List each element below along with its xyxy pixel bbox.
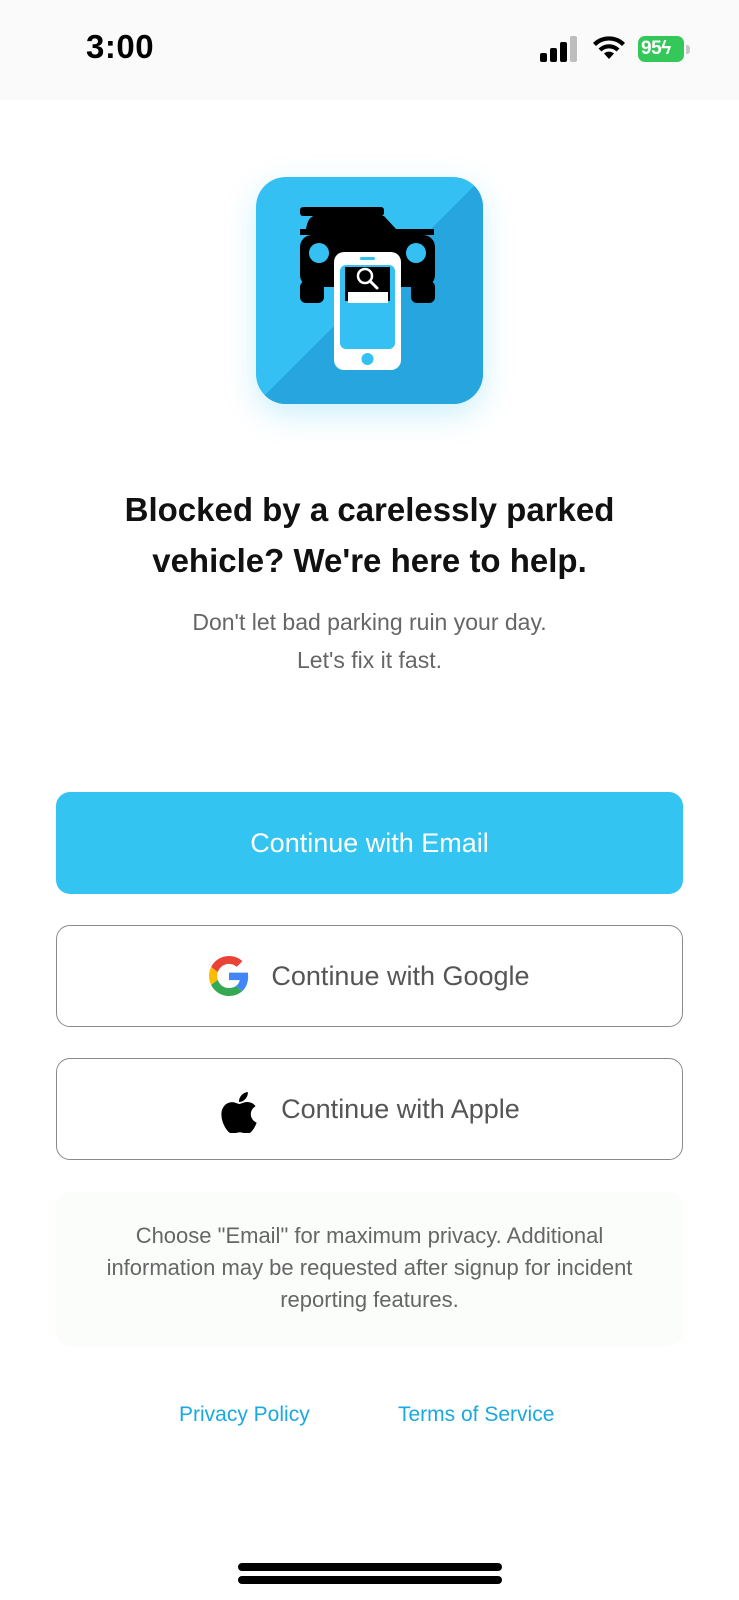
continue-with-google-button[interactable]: Continue with Google bbox=[56, 925, 683, 1027]
subtitle-line-2: Let's fix it fast. bbox=[297, 647, 442, 673]
page-title: Blocked by a carelessly parked vehicle? … bbox=[124, 491, 615, 579]
apple-button-label: Continue with Apple bbox=[281, 1093, 520, 1124]
status-time: 3:00 bbox=[86, 28, 155, 65]
email-button-label: Continue with Email bbox=[250, 827, 489, 858]
terms-of-service-link[interactable]: Terms of Service bbox=[398, 1403, 554, 1427]
status-bar: 3:00 95ϟ bbox=[0, 0, 739, 100]
google-logo-icon bbox=[209, 956, 249, 996]
continue-with-email-button[interactable]: Continue with Email bbox=[56, 792, 683, 894]
home-indicator-bar bbox=[238, 1563, 502, 1571]
battery-cap bbox=[686, 45, 690, 54]
wifi-icon bbox=[593, 36, 625, 59]
car-phone-search-icon bbox=[256, 177, 483, 404]
google-button-label: Continue with Google bbox=[271, 960, 530, 991]
battery-level: 95ϟ bbox=[638, 36, 684, 62]
subtitle-line-1: Don't let bad parking ruin your day. bbox=[192, 609, 547, 635]
home-indicator[interactable] bbox=[238, 1563, 502, 1585]
apple-logo-icon bbox=[219, 1089, 259, 1133]
page-subtitle: Don't let bad parking ruin your day. Let… bbox=[60, 603, 679, 679]
cellular-signal-icon bbox=[540, 36, 577, 62]
charging-bolt-icon: ϟ bbox=[661, 38, 671, 59]
home-indicator-bar-shadow bbox=[238, 1576, 502, 1584]
privacy-note: Choose "Email" for maximum privacy. Addi… bbox=[56, 1192, 683, 1346]
battery-indicator: 95ϟ bbox=[638, 36, 690, 62]
app-logo bbox=[256, 177, 483, 404]
continue-with-apple-button[interactable]: Continue with Apple bbox=[56, 1058, 683, 1160]
privacy-policy-link[interactable]: Privacy Policy bbox=[179, 1403, 310, 1427]
